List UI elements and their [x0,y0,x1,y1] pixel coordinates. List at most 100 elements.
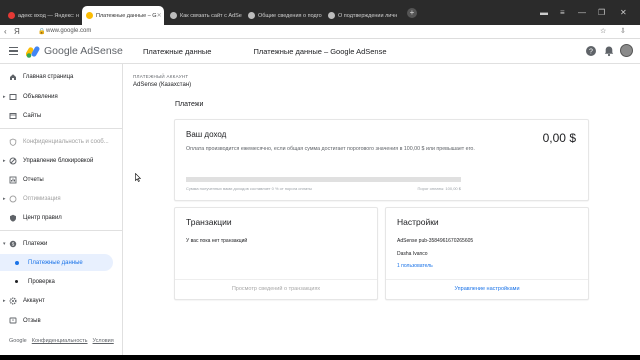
settings-card: Настройки AdSense pub-3584961670265605 D… [385,207,589,300]
manage-settings-button[interactable]: Управление настройками [386,279,588,299]
footer-privacy-link[interactable]: Конфиденциальность [32,338,88,344]
url-field[interactable]: www.google.com [46,28,91,34]
bookmark-icon[interactable]: ▬ [540,9,548,17]
payment-account-label: ПЛАТЕЖНЫЙ АККАУНТ [133,74,189,79]
back-icon[interactable]: ‹ [4,27,7,37]
sidebar-divider [0,128,122,129]
user-name: Dasha Ivanco [397,251,428,257]
browser-tab[interactable]: Как связать сайт с AdSe [166,6,242,25]
users-link[interactable]: 1 пользователь [397,263,433,269]
close-window-icon[interactable]: ✕ [620,9,627,17]
reports-icon [9,176,17,183]
sidebar-divider [0,230,122,231]
sidebar-item-label: Проверка [28,278,55,285]
ads-icon [9,93,17,100]
sidebar-item-sites[interactable]: Сайты [0,107,118,124]
new-tab-button[interactable]: + [407,8,417,18]
address-bar: ‹ Я 🔒 www.google.com ☆ ⇩ [0,25,640,39]
screen-bottom-edge [0,355,640,360]
help-icon[interactable]: ? [585,45,597,57]
account-gear-icon [9,297,17,304]
sidebar-item-payment-info[interactable]: Платежные данные [0,254,113,271]
optimization-icon [9,195,17,202]
screen: адекс вход — Яндекс: н Платежные данные … [0,0,640,360]
mouse-cursor-icon [135,173,141,182]
sidebar-item-label: Аккаунт [23,297,45,304]
sidebar-item-feedback[interactable]: Отзыв [0,312,118,329]
sidebar-item-optimization[interactable]: ▸ Оптимизация [0,190,118,207]
notifications-bell-icon[interactable] [603,45,615,57]
menu-icon[interactable]: ≡ [560,9,565,17]
sidebar-item-label: Центр правил [23,214,62,221]
browser-tab-active[interactable]: Платежные данные – G ✕ [82,6,164,25]
brand-name: Google AdSense [44,45,123,57]
publisher-id: AdSense pub-3584961670265605 [397,238,474,244]
selected-dot-icon [15,260,19,265]
footer-terms-link[interactable]: Условия [93,338,114,344]
tab-title: Как связать сайт с AdSe [180,12,242,19]
privacy-icon [9,138,17,146]
caret-right-icon: ▸ [3,93,6,100]
hamburger-menu-icon[interactable] [9,47,18,55]
close-tab-icon[interactable]: ✕ [157,12,162,19]
sidebar-item-blocking[interactable]: ▸ Управление блокировкой [0,152,118,169]
threshold-caption: Порог оплаты: 100,00 $ [417,186,461,191]
tab-title: адекс вход — Яндекс: н [18,12,79,19]
sidebar-item-verification[interactable]: Проверка [0,273,118,290]
google-favicon-icon [328,12,335,19]
sidebar-item-label: Оптимизация [23,195,61,202]
browser-tab[interactable]: адекс вход — Яндекс: н [4,6,80,25]
app-header: Google AdSense Платежные данные Платежны… [0,39,640,64]
bookmark-star-icon[interactable]: ☆ [600,27,606,35]
payment-account-name: AdSense (Казахстан) [133,82,192,88]
sidebar-item-policy-center[interactable]: Центр правил [0,209,118,226]
view-transactions-button[interactable]: Просмотр сведений о транзакциях [175,279,377,299]
bullet-dot-icon [15,280,18,283]
sidebar-item-label: Платежные данные [28,259,83,266]
caret-down-icon: ▾ [3,240,6,247]
sidebar-item-label: Отчеты [23,176,44,183]
block-icon [9,157,17,164]
policy-icon [10,214,16,222]
sidebar-item-account[interactable]: ▸ Аккаунт [0,292,118,309]
svg-text:?: ? [589,49,593,56]
sidebar-item-label: Отзыв [23,317,41,324]
maximize-icon[interactable]: ❐ [598,9,605,17]
income-description: Оплата производится ежемесячно, если общ… [186,146,475,152]
settings-title: Настройки [397,217,439,227]
sidebar-item-label: Конфиденциальность и сооб... [23,138,109,145]
browser-tab[interactable]: Общие сведения о подго [244,6,322,25]
app-section-title: Платежные данные [143,47,212,56]
income-card: Ваш доход 0,00 $ Оплата производится еже… [174,119,589,201]
google-favicon-icon [248,12,255,19]
lock-icon: 🔒 [38,29,46,35]
google-favicon-icon [170,12,177,19]
transactions-title: Транзакции [186,217,232,227]
minimize-icon[interactable]: — [578,9,586,17]
tab-title: Платежные данные – G [96,12,157,19]
sites-icon [9,112,17,119]
sidebar-item-payments[interactable]: ▾ $ Платежи [0,235,118,252]
sidebar-item-privacy[interactable]: Конфиденциальность и сооб... [0,133,118,150]
sidebar-item-reports[interactable]: Отчеты [0,171,118,188]
adsense-favicon-icon [86,12,93,19]
browser-tab-bar: адекс вход — Яндекс: н Платежные данные … [0,0,640,25]
browser-tab[interactable]: О подтверждении личн [324,6,404,25]
feedback-icon [9,317,17,323]
income-amount: 0,00 $ [542,131,576,145]
yandex-icon[interactable]: Я [14,27,20,37]
income-title: Ваш доход [186,130,227,139]
download-icon[interactable]: ⇩ [620,27,626,35]
home-icon [10,73,16,80]
caret-right-icon: ▸ [3,195,6,202]
user-avatar[interactable] [620,44,633,57]
sidebar-item-home[interactable]: Главная страница [0,68,118,85]
footer-google: Google [9,338,27,344]
sidebar-item-ads[interactable]: ▸ Объявления [0,88,118,105]
caret-right-icon: ▸ [3,297,6,304]
payments-heading: Платежи [175,101,204,108]
adsense-logo-icon [26,46,40,58]
tab-title: О подтверждении личн [338,12,398,19]
payments-icon: $ [9,240,17,247]
sidebar: Главная страница ▸ Объявления Сайты Конф… [0,64,123,355]
